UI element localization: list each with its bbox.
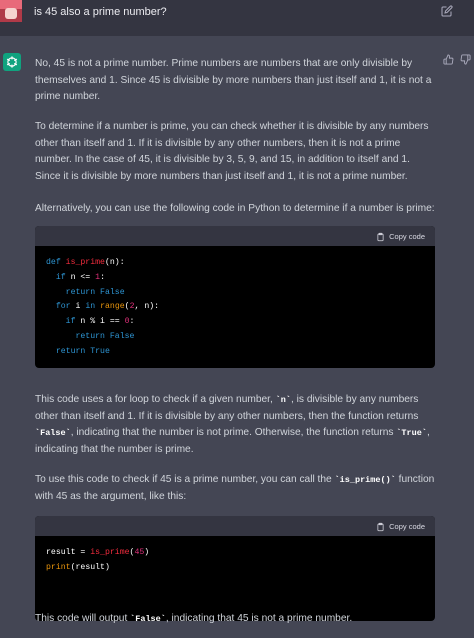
code-block-usage: Copy code result = is_prime(45) print(re… xyxy=(35,516,435,621)
assistant-message-row: No, 45 is not a prime number. Prime numb… xyxy=(0,36,474,638)
inline-code: `False` xyxy=(35,428,71,438)
code-block-header: Copy code xyxy=(35,516,435,536)
copy-code-label: Copy code xyxy=(389,522,425,531)
answer-paragraph-4: This code uses a for loop to check if a … xyxy=(35,394,430,455)
answer-paragraph-3: Alternatively, you can use the following… xyxy=(35,203,435,214)
answer-paragraph-5: To use this code to check if 45 is a pri… xyxy=(35,474,435,502)
user-message-row: is 45 also a prime number? xyxy=(0,0,474,36)
copy-code-button[interactable]: Copy code xyxy=(376,231,425,242)
thumbs-up-icon[interactable] xyxy=(443,54,454,65)
inline-code: `is_prime()` xyxy=(334,475,396,485)
user-message: is 45 also a prime number? xyxy=(34,6,167,18)
inline-code: `True` xyxy=(396,428,427,438)
inline-code: `n` xyxy=(275,395,291,405)
assistant-logo-icon xyxy=(3,53,21,71)
user-avatar xyxy=(0,0,22,22)
answer-paragraph-2: To determine if a number is prime, you c… xyxy=(35,121,429,182)
inline-code: `False` xyxy=(130,614,166,624)
copy-code-label: Copy code xyxy=(389,232,425,241)
code-text: def is_prime(n): if n <= 1: return False… xyxy=(46,258,160,356)
answer-paragraph-1: No, 45 is not a prime number. Prime numb… xyxy=(35,58,432,102)
copy-code-button[interactable]: Copy code xyxy=(376,521,425,532)
clipboard-icon xyxy=(377,522,384,531)
code-block-header: Copy code xyxy=(35,226,435,246)
edit-icon[interactable] xyxy=(441,5,453,17)
code-text: result = is_prime(45) print(result) xyxy=(46,548,150,572)
clipboard-icon xyxy=(377,232,384,241)
code-block-is-prime: Copy code def is_prime(n): if n <= 1: re… xyxy=(35,226,435,368)
answer-paragraph-6: This code will output `False`, indicatin… xyxy=(35,613,353,624)
thumbs-down-icon[interactable] xyxy=(460,54,471,65)
